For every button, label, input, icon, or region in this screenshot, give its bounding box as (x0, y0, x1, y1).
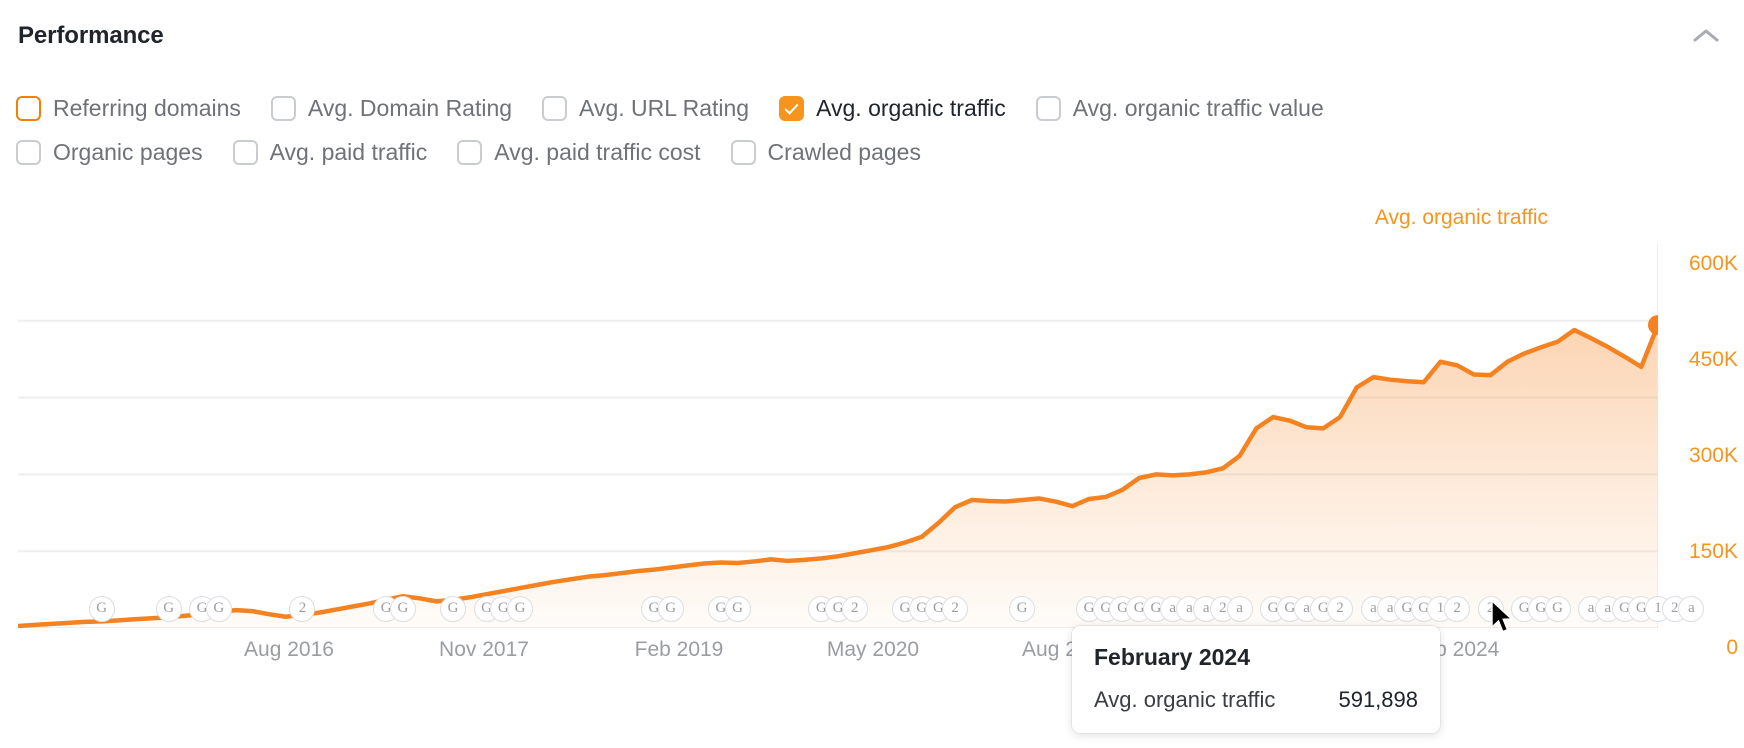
chart-event-marker[interactable]: G (156, 596, 182, 622)
chart-event-marker[interactable]: G (507, 596, 533, 622)
y-axis-tick: 450K (1689, 348, 1738, 372)
metric-label: Avg. organic traffic value (1073, 97, 1324, 120)
chart-event-marker[interactable]: 2 (1444, 596, 1470, 622)
x-axis-tick: Aug 2016 (244, 638, 334, 662)
tooltip-title: February 2024 (1094, 644, 1418, 671)
checkbox-avg-url-rating[interactable] (542, 96, 567, 121)
chart-event-marker[interactable]: a (1678, 596, 1704, 622)
metric-label: Avg. URL Rating (579, 97, 749, 120)
checkbox-organic-pages[interactable] (16, 140, 41, 165)
checkbox-avg-organic-traffic[interactable] (779, 96, 804, 121)
metric-label: Crawled pages (768, 141, 921, 164)
chart-event-marker[interactable]: G (440, 596, 466, 622)
metric-label: Avg. paid traffic (270, 141, 428, 164)
checkbox-avg-domain-rating[interactable] (271, 96, 296, 121)
tooltip-metric-row: Avg. organic traffic 591,898 (1094, 687, 1418, 713)
y-axis-tick: 0 (1726, 636, 1738, 660)
chart-event-marker[interactable]: G (390, 596, 416, 622)
metric-label: Avg. organic traffic (816, 97, 1006, 120)
metric-toggle-organic-pages[interactable]: Organic pages (16, 140, 203, 165)
collapse-panel-button[interactable] (1684, 16, 1728, 56)
chart-event-marker[interactable]: G (89, 596, 115, 622)
y-axis-tick: 150K (1689, 540, 1738, 564)
chart-event-marker[interactable]: 2 (289, 596, 315, 622)
checkbox-avg-paid-traffic[interactable] (233, 140, 258, 165)
metric-toggle-referring-domains[interactable]: Referring domains (16, 96, 241, 121)
chart-event-marker[interactable]: G (1545, 596, 1571, 622)
x-axis-tick: Feb 2019 (635, 638, 724, 662)
metric-toggle-avg-url-rating[interactable]: Avg. URL Rating (542, 96, 749, 121)
metric-row-1: Referring domains Avg. Domain Rating Avg… (16, 86, 1716, 130)
chart-event-marker[interactable]: 2 (1327, 596, 1353, 622)
panel-header: Performance (0, 0, 1744, 72)
chart-event-marker[interactable]: G (725, 596, 751, 622)
chevron-up-icon (1693, 28, 1719, 44)
chart-event-markers: GGGG2GGGGGGGGGGGG2GGG2GGGGGGaaa2aGGaG2aa… (0, 596, 1744, 630)
metric-label: Organic pages (53, 141, 203, 164)
x-axis-tick: May 2020 (827, 638, 919, 662)
tooltip-metric-value: 591,898 (1338, 687, 1418, 713)
metric-label: Avg. paid traffic cost (494, 141, 700, 164)
chart-endpoint-marker[interactable] (1648, 315, 1658, 335)
tooltip-metric-label: Avg. organic traffic (1094, 687, 1275, 713)
y-axis-tick: 600K (1689, 252, 1738, 276)
chart-event-marker[interactable]: 2 (942, 596, 968, 622)
metric-toggle-avg-domain-rating[interactable]: Avg. Domain Rating (271, 96, 512, 121)
x-axis-tick: Nov 2017 (439, 638, 529, 662)
chart-tooltip: February 2024 Avg. organic traffic 591,8… (1072, 626, 1440, 733)
page-title: Performance (18, 22, 164, 50)
chart-svg (18, 244, 1658, 628)
checkbox-crawled-pages[interactable] (731, 140, 756, 165)
checkbox-avg-organic-traffic-value[interactable] (1036, 96, 1061, 121)
chart-area-fill (18, 325, 1658, 628)
metric-row-2: Organic pages Avg. paid traffic Avg. pai… (16, 130, 1716, 174)
chart-event-marker[interactable]: a (1227, 596, 1253, 622)
checkbox-avg-paid-traffic-cost[interactable] (457, 140, 482, 165)
metric-toggle-avg-organic-traffic[interactable]: Avg. organic traffic (779, 96, 1006, 121)
metric-label: Avg. Domain Rating (308, 97, 512, 120)
metric-toggle-avg-organic-traffic-value[interactable]: Avg. organic traffic value (1036, 96, 1324, 121)
chart-event-marker[interactable]: 2 (1478, 596, 1504, 622)
chart-event-marker[interactable]: G (206, 596, 232, 622)
chart-plot-area[interactable] (18, 244, 1658, 628)
chart-series-label: Avg. organic traffic (1375, 206, 1548, 230)
checkbox-referring-domains[interactable] (16, 96, 41, 121)
chart-event-marker[interactable]: G (658, 596, 684, 622)
metric-toggle-crawled-pages[interactable]: Crawled pages (731, 140, 921, 165)
chart-event-marker[interactable]: G (1009, 596, 1035, 622)
metric-toggle-group: Referring domains Avg. Domain Rating Avg… (16, 86, 1716, 174)
metric-toggle-avg-paid-traffic[interactable]: Avg. paid traffic (233, 140, 428, 165)
y-axis-tick: 300K (1689, 444, 1738, 468)
performance-chart: Avg. organic traffic 600K 450K 300K 150K… (0, 196, 1744, 748)
chart-event-marker[interactable]: 2 (842, 596, 868, 622)
metric-toggle-avg-paid-traffic-cost[interactable]: Avg. paid traffic cost (457, 140, 700, 165)
metric-label: Referring domains (53, 97, 241, 120)
